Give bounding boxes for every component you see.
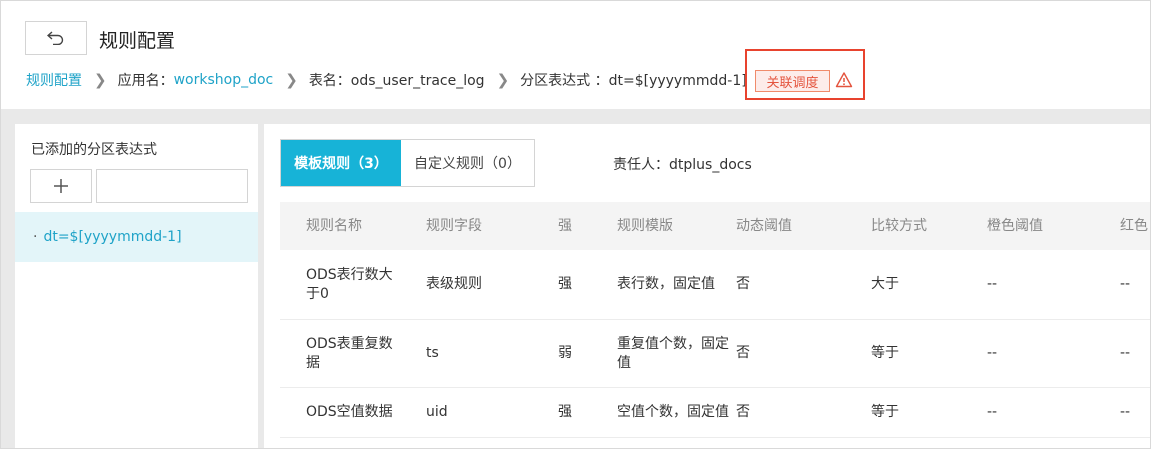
dynamic-threshold-cell: 否	[736, 404, 750, 420]
breadcrumb-root-link[interactable]: 规则配置	[26, 70, 82, 90]
red-threshold-cell: --	[1120, 404, 1131, 420]
table-header-row: 规则名称 规则字段 强 规则模版 动态阈值 比较方式 橙色阈值 红色	[280, 202, 1150, 250]
tab-template-rules[interactable]: 模板规则（3）	[281, 140, 401, 186]
chevron-right-icon: ❯	[496, 71, 510, 89]
strength-cell: 强	[558, 404, 572, 420]
column-header: 红色	[1120, 217, 1148, 234]
rule-field-cell: ts	[426, 345, 439, 361]
rule-template-cell: 表行数，固定值	[617, 276, 715, 292]
table-row[interactable]: ODS空值数据 uid 强 空值个数，固定值 否 等于 -- --	[280, 388, 1150, 438]
orange-threshold-cell: --	[987, 404, 998, 420]
rule-field-cell: 表级规则	[426, 276, 482, 292]
warning-triangle-icon[interactable]	[835, 71, 853, 89]
breadcrumb-partition-expression: 分区表达式 ：dt=$[yyyymmdd-1]	[520, 73, 747, 89]
dynamic-threshold-cell: 否	[736, 345, 750, 361]
bullet-dot: ·	[33, 229, 38, 245]
rule-field-cell: uid	[426, 404, 448, 420]
comparison-cell: 等于	[871, 404, 899, 420]
rule-name-cell: ODS表重复数据	[306, 335, 393, 371]
column-header: 动态阈值	[736, 217, 792, 234]
page-title: 规则配置	[99, 30, 176, 52]
breadcrumb: 规则配置 ❯ 应用名： workshop_doc ❯ 表名：ods_user_t…	[26, 70, 747, 90]
rule-template-cell: 重复值个数，固定值	[617, 335, 729, 371]
red-threshold-cell: --	[1120, 276, 1131, 292]
table-row[interactable]: ODS表行数大于0 表级规则 强 表行数，固定值 否 大于 -- --	[280, 250, 1150, 320]
red-threshold-cell: --	[1120, 345, 1131, 361]
panel-title: 已添加的分区表达式	[31, 142, 157, 158]
breadcrumb-app-link[interactable]: workshop_doc	[174, 72, 274, 88]
dynamic-threshold-cell: 否	[736, 276, 750, 292]
app-frame: 规则配置 规则配置 ❯ 应用名： workshop_doc ❯ 表名：ods_u…	[0, 0, 1151, 449]
owner-label: 责任人：dtplus_docs	[613, 157, 752, 173]
column-header: 规则模版	[617, 217, 673, 234]
strength-cell: 弱	[558, 345, 572, 361]
rule-tabs: 模板规则（3） 自定义规则（0）	[280, 139, 535, 187]
page-header: 规则配置 规则配置 ❯ 应用名： workshop_doc ❯ 表名：ods_u…	[1, 1, 1150, 109]
column-header: 规则名称	[306, 217, 362, 234]
comparison-cell: 大于	[871, 276, 899, 292]
strength-cell: 强	[558, 276, 572, 292]
partition-expression-panel: 已添加的分区表达式 · dt=$[yyyymmdd-1]	[15, 124, 258, 448]
rule-name-cell: ODS空值数据	[306, 404, 393, 420]
expression-label: dt=$[yyyymmdd-1]	[43, 229, 182, 245]
back-button[interactable]	[25, 21, 87, 55]
orange-threshold-cell: --	[987, 276, 998, 292]
breadcrumb-table-name: 表名：ods_user_trace_log	[308, 73, 485, 89]
breadcrumb-app-label: 应用名：	[117, 73, 174, 89]
rules-table: 规则名称 规则字段 强 规则模版 动态阈值 比较方式 橙色阈值 红色 ODS表行…	[280, 202, 1150, 438]
column-header: 比较方式	[871, 217, 927, 234]
table-row[interactable]: ODS表重复数据 ts 弱 重复值个数，固定值 否 等于 -- --	[280, 320, 1150, 388]
column-header: 橙色阈值	[987, 217, 1043, 234]
rules-panel: 模板规则（3） 自定义规则（0） 责任人：dtplus_docs 规则名称 规则…	[264, 124, 1150, 448]
add-expression-button[interactable]	[30, 169, 92, 203]
expression-input[interactable]	[96, 169, 248, 203]
plus-icon	[54, 179, 68, 193]
chevron-right-icon: ❯	[285, 71, 298, 89]
expression-list-item[interactable]: · dt=$[yyyymmdd-1]	[15, 212, 258, 262]
chevron-right-icon: ❯	[94, 71, 107, 89]
undo-arrow-icon	[47, 31, 64, 45]
column-header: 规则字段	[426, 217, 482, 234]
associate-schedule-button[interactable]: 关联调度	[755, 70, 830, 92]
orange-threshold-cell: --	[987, 345, 998, 361]
tab-custom-rules[interactable]: 自定义规则（0）	[401, 140, 534, 186]
rule-name-cell: ODS表行数大于0	[306, 266, 393, 302]
comparison-cell: 等于	[871, 345, 899, 361]
rule-template-cell: 空值个数，固定值	[617, 404, 729, 420]
column-header: 强	[558, 217, 572, 234]
